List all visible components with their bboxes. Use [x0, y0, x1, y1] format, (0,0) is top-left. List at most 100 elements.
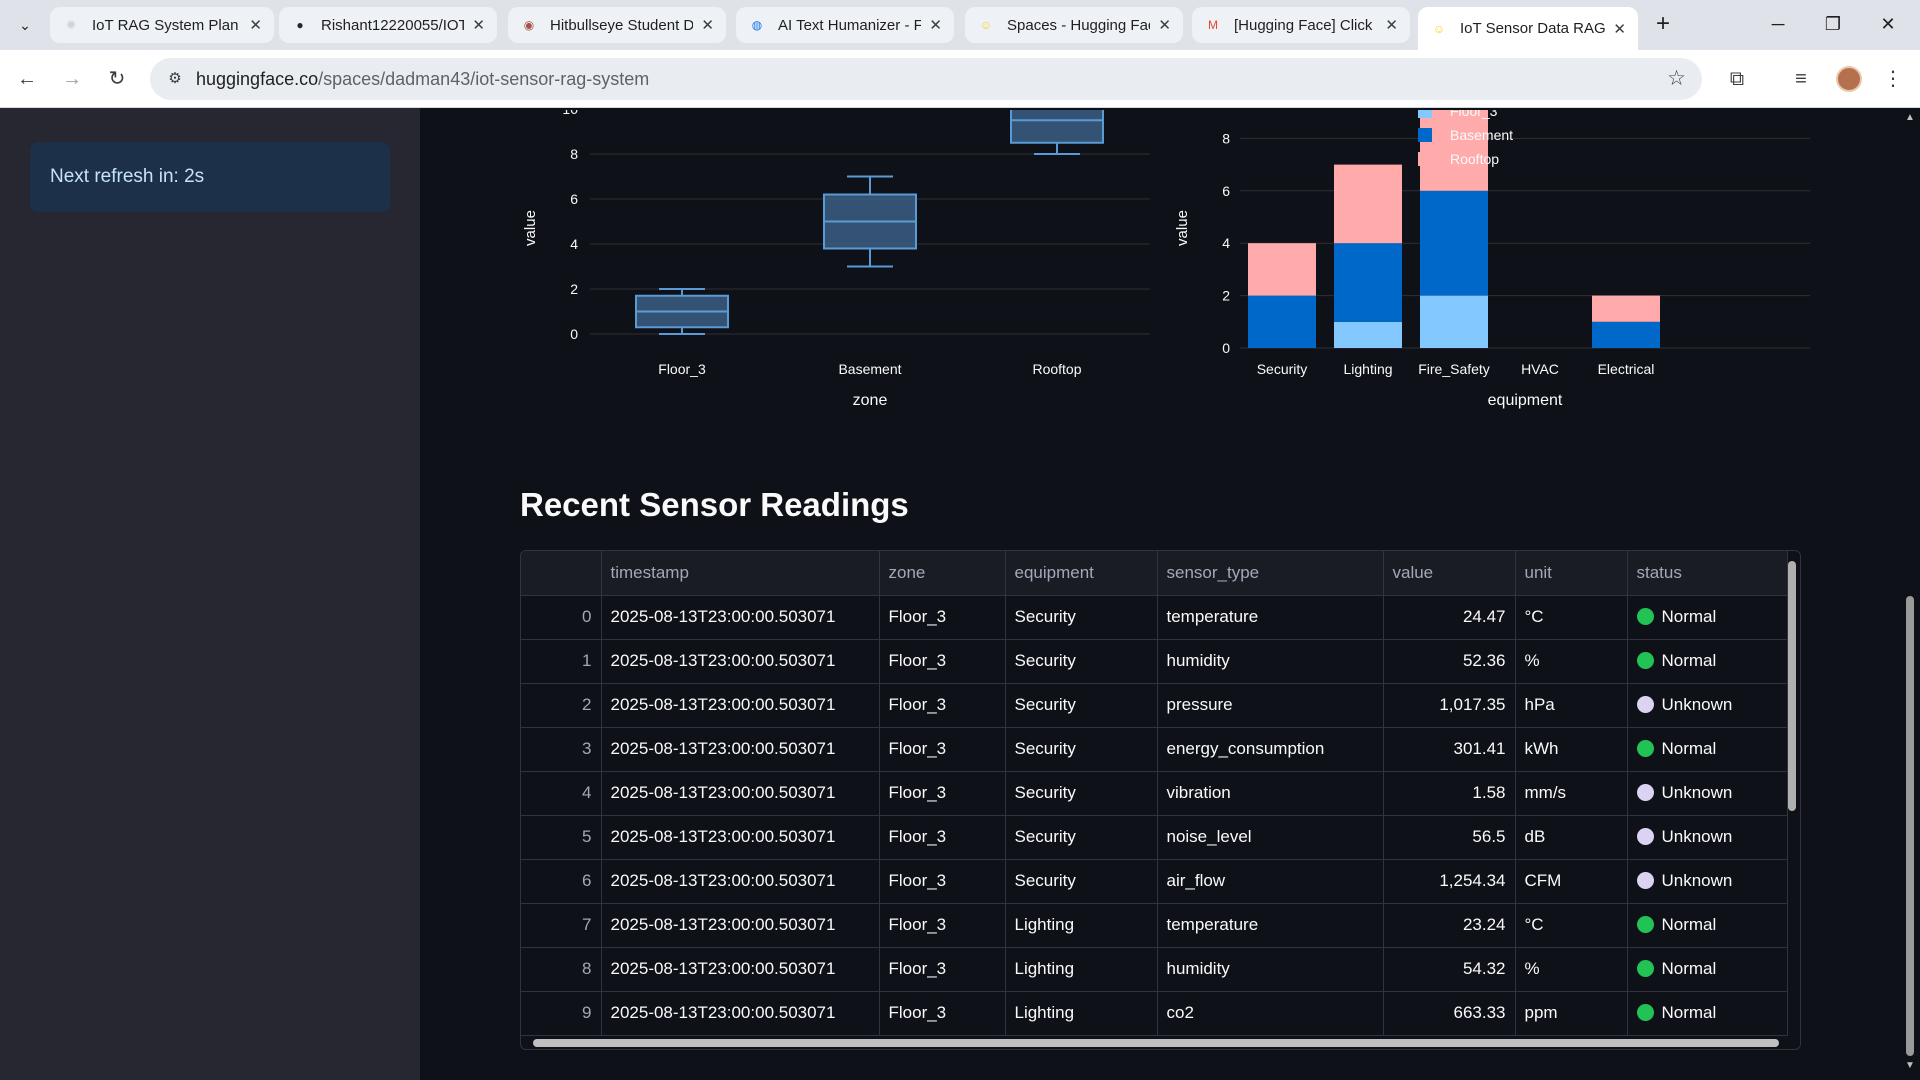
cell-unit[interactable]: °C: [1515, 903, 1628, 948]
close-window-button[interactable]: ✕: [1870, 8, 1906, 40]
box-plot-chart[interactable]: 0246810valuezoneFloor_3 Basement Rooftop: [420, 108, 1180, 428]
cell-value[interactable]: 663.33: [1383, 991, 1516, 1036]
cell-unit[interactable]: ppm: [1515, 991, 1628, 1036]
cell-zone[interactable]: Floor_3: [879, 947, 1006, 992]
table-row[interactable]: 1 2025-08-13T23:00:00.503071 Floor_3 Securi…: [521, 639, 1788, 684]
cell-unit[interactable]: CFM: [1515, 859, 1628, 904]
cell-idx[interactable]: 6: [521, 859, 602, 904]
bookmark-star-icon[interactable]: ☆: [1667, 66, 1686, 91]
media-controls-icon[interactable]: ≡: [1786, 64, 1816, 94]
cell-zone[interactable]: Floor_3: [879, 991, 1006, 1036]
tab-close-icon[interactable]: ✕: [472, 16, 485, 34]
cell-zone[interactable]: Floor_3: [879, 771, 1006, 816]
back-arrow-icon[interactable]: ←: [12, 64, 42, 94]
cell-timestamp[interactable]: 2025-08-13T23:00:00.503071: [601, 727, 880, 772]
cell-equipment[interactable]: Lighting: [1005, 947, 1158, 992]
cell-status[interactable]: Normal: [1627, 947, 1788, 992]
cell-value[interactable]: 1.58: [1383, 771, 1516, 816]
sensor-readings-table[interactable]: timestamp zone equipment sensor_type value un…: [520, 550, 1801, 1050]
cell-timestamp[interactable]: 2025-08-13T23:00:00.503071: [601, 683, 880, 728]
cell-unit[interactable]: mm/s: [1515, 771, 1628, 816]
column-header-zone[interactable]: zone: [879, 551, 1006, 596]
column-header-timestamp[interactable]: timestamp: [601, 551, 880, 596]
cell-equipment[interactable]: Security: [1005, 859, 1158, 904]
cell-timestamp[interactable]: 2025-08-13T23:00:00.503071: [601, 947, 880, 992]
cell-equipment[interactable]: Security: [1005, 727, 1158, 772]
cell-sensor-type[interactable]: co2: [1157, 991, 1384, 1036]
extensions-icon[interactable]: ⧉: [1722, 64, 1752, 94]
cell-status[interactable]: Normal: [1627, 991, 1788, 1036]
browser-tab[interactable]: ✺ IoT RAG System Plan ✕: [50, 7, 274, 43]
tab-close-icon[interactable]: ✕: [929, 16, 942, 34]
cell-status[interactable]: Normal: [1627, 727, 1788, 772]
table-row[interactable]: 2 2025-08-13T23:00:00.503071 Floor_3 Securi…: [521, 683, 1788, 728]
cell-sensor-type[interactable]: temperature: [1157, 595, 1384, 640]
cell-status[interactable]: Unknown: [1627, 815, 1788, 860]
cell-equipment[interactable]: Security: [1005, 683, 1158, 728]
column-header-index[interactable]: [521, 551, 602, 596]
table-row[interactable]: 5 2025-08-13T23:00:00.503071 Floor_3 Securi…: [521, 815, 1788, 860]
restore-button[interactable]: ❐: [1815, 8, 1851, 40]
minimize-button[interactable]: ─: [1760, 8, 1796, 40]
cell-unit[interactable]: hPa: [1515, 683, 1628, 728]
cell-idx[interactable]: 1: [521, 639, 602, 684]
cell-sensor-type[interactable]: noise_level: [1157, 815, 1384, 860]
cell-idx[interactable]: 7: [521, 903, 602, 948]
cell-equipment[interactable]: Lighting: [1005, 991, 1158, 1036]
cell-idx[interactable]: 3: [521, 727, 602, 772]
column-header-sensor_type[interactable]: sensor_type: [1157, 551, 1384, 596]
cell-status[interactable]: Normal: [1627, 639, 1788, 684]
cell-zone[interactable]: Floor_3: [879, 859, 1006, 904]
cell-timestamp[interactable]: 2025-08-13T23:00:00.503071: [601, 859, 880, 904]
cell-timestamp[interactable]: 2025-08-13T23:00:00.503071: [601, 991, 880, 1036]
cell-idx[interactable]: 0: [521, 595, 602, 640]
column-header-status[interactable]: status: [1627, 551, 1788, 596]
browser-tab[interactable]: ☺ IoT Sensor Data RAG ✕: [1418, 7, 1638, 50]
tab-close-icon[interactable]: ✕: [1158, 16, 1171, 34]
browser-tab[interactable]: ☺ Spaces - Hugging Fac ✕: [965, 7, 1183, 43]
cell-idx[interactable]: 5: [521, 815, 602, 860]
table-row[interactable]: 0 2025-08-13T23:00:00.503071 Floor_3 Securi…: [521, 595, 1788, 640]
tab-close-icon[interactable]: ✕: [249, 16, 262, 34]
cell-timestamp[interactable]: 2025-08-13T23:00:00.503071: [601, 815, 880, 860]
cell-sensor-type[interactable]: pressure: [1157, 683, 1384, 728]
cell-unit[interactable]: kWh: [1515, 727, 1628, 772]
cell-status[interactable]: Unknown: [1627, 683, 1788, 728]
cell-idx[interactable]: 8: [521, 947, 602, 992]
cell-equipment[interactable]: Security: [1005, 771, 1158, 816]
table-vertical-scrollbar[interactable]: [1788, 557, 1796, 1035]
cell-equipment[interactable]: Security: [1005, 595, 1158, 640]
cell-value[interactable]: 54.32: [1383, 947, 1516, 992]
cell-value[interactable]: 24.47: [1383, 595, 1516, 640]
address-bar[interactable]: ⚙ huggingface.co/spaces/dadman43/iot-sen…: [150, 58, 1702, 100]
cell-zone[interactable]: Floor_3: [879, 727, 1006, 772]
browser-tab[interactable]: ◉ Hitbullseye Student D ✕: [508, 7, 726, 43]
cell-value[interactable]: 23.24: [1383, 903, 1516, 948]
table-row[interactable]: 3 2025-08-13T23:00:00.503071 Floor_3 Securi…: [521, 727, 1788, 772]
cell-status[interactable]: Normal: [1627, 903, 1788, 948]
cell-unit[interactable]: dB: [1515, 815, 1628, 860]
browser-tab[interactable]: ● Rishant12220055/IOT ✕: [279, 7, 497, 43]
cell-status[interactable]: Normal: [1627, 595, 1788, 640]
cell-zone[interactable]: Floor_3: [879, 683, 1006, 728]
tab-close-icon[interactable]: ✕: [1613, 20, 1626, 38]
reload-icon[interactable]: ↻: [102, 64, 132, 94]
cell-sensor-type[interactable]: energy_consumption: [1157, 727, 1384, 772]
cell-sensor-type[interactable]: temperature: [1157, 903, 1384, 948]
cell-idx[interactable]: 2: [521, 683, 602, 728]
tab-search-chevron-icon[interactable]: ⌄: [12, 12, 38, 38]
cell-timestamp[interactable]: 2025-08-13T23:00:00.503071: [601, 639, 880, 684]
profile-avatar[interactable]: [1836, 66, 1862, 92]
more-menu-icon[interactable]: ⋮: [1878, 64, 1908, 94]
cell-zone[interactable]: Floor_3: [879, 595, 1006, 640]
tab-close-icon[interactable]: ✕: [1385, 16, 1398, 34]
table-row[interactable]: 8 2025-08-13T23:00:00.503071 Floor_3 Lighti…: [521, 947, 1788, 992]
cell-value[interactable]: 1,254.34: [1383, 859, 1516, 904]
cell-zone[interactable]: Floor_3: [879, 903, 1006, 948]
cell-sensor-type[interactable]: vibration: [1157, 771, 1384, 816]
column-header-equipment[interactable]: equipment: [1005, 551, 1158, 596]
tab-close-icon[interactable]: ✕: [701, 16, 714, 34]
browser-tab[interactable]: ◍ AI Text Humanizer - F ✕: [736, 7, 954, 43]
cell-unit[interactable]: %: [1515, 947, 1628, 992]
cell-status[interactable]: Unknown: [1627, 859, 1788, 904]
